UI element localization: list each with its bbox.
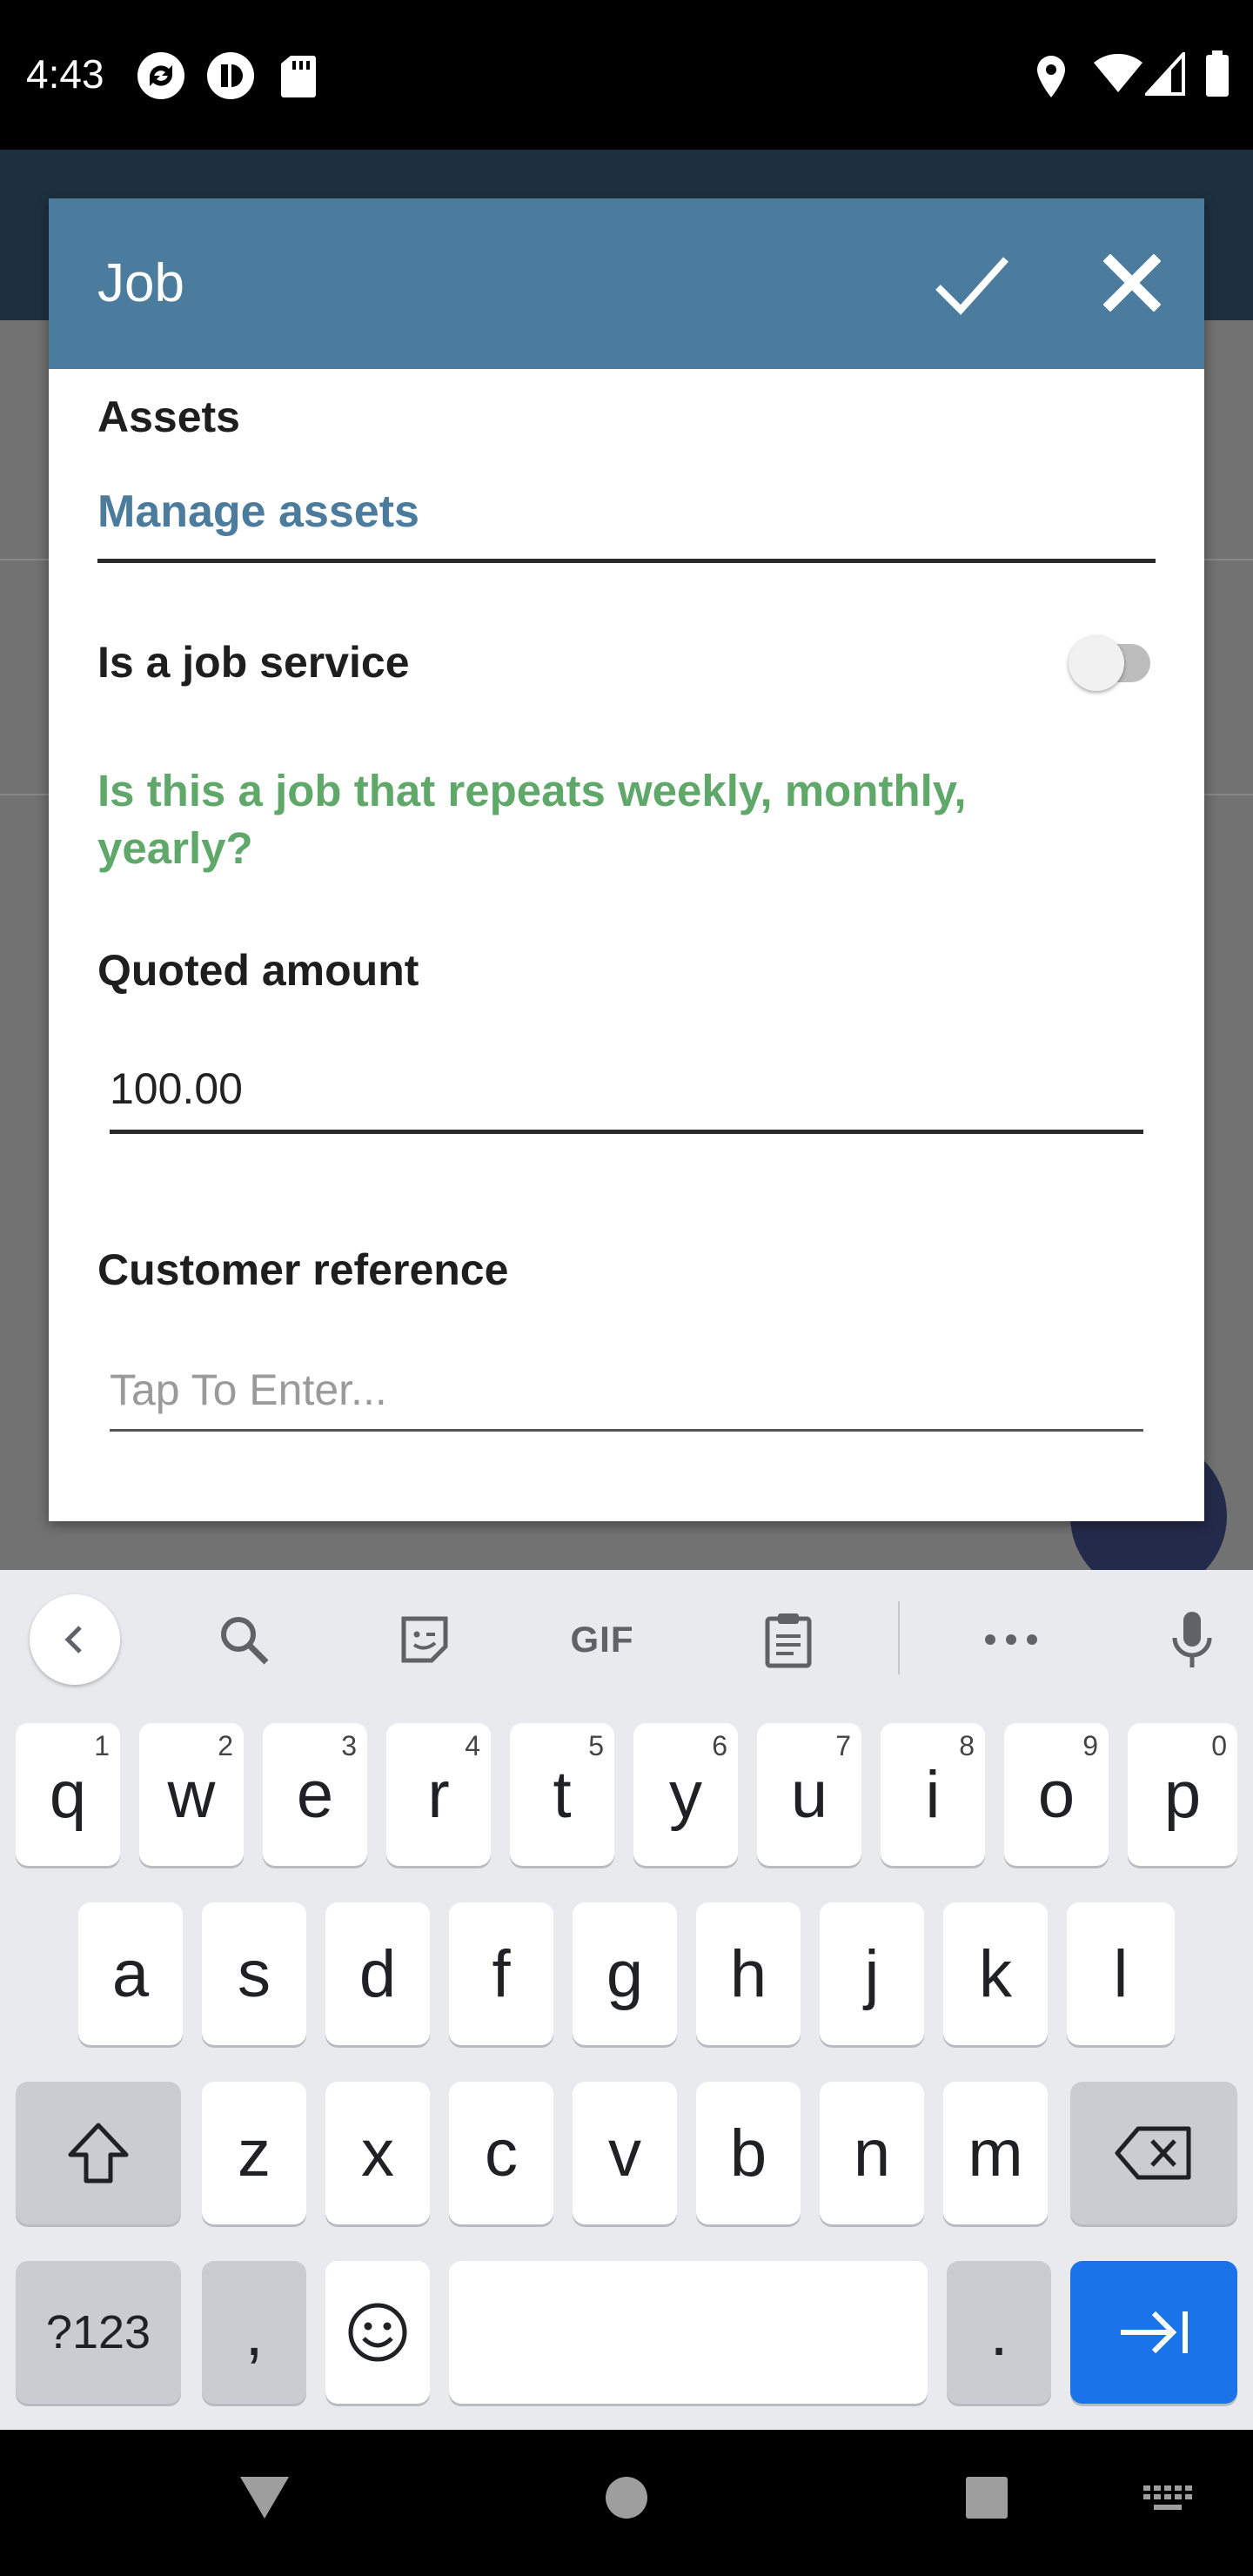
dialog-title: Job <box>97 253 184 313</box>
tab-next-icon <box>1121 2311 1188 2354</box>
back-triangle-icon[interactable] <box>238 2473 291 2522</box>
shift-key[interactable] <box>16 2082 181 2224</box>
signal-icon <box>1145 52 1185 96</box>
keyboard-toolbar: GIF <box>0 1570 1253 1709</box>
shift-arrow-icon <box>68 2123 129 2184</box>
symbols-key[interactable]: ?123 <box>16 2261 181 2404</box>
recents-square-icon[interactable] <box>964 2475 1009 2520</box>
key-p[interactable]: p0 <box>1128 1723 1237 1866</box>
period-key[interactable]: . <box>947 2261 1051 2404</box>
assets-label: Assets <box>97 392 240 441</box>
key-m[interactable]: m <box>943 2082 1048 2224</box>
key-u[interactable]: u7 <box>757 1723 861 1866</box>
keyboard: GIF q1 w2 e3 r4 t5 y6 u7 i8 o9 p0 a s d … <box>0 1570 1253 2430</box>
quoted-amount-input[interactable]: 100.00 <box>110 1063 243 1114</box>
key-e[interactable]: e3 <box>263 1723 367 1866</box>
manage-assets-link[interactable]: Manage assets <box>97 486 419 538</box>
job-service-label: Is a job service <box>97 638 410 687</box>
location-icon <box>1037 56 1065 97</box>
key-y[interactable]: y6 <box>633 1723 738 1866</box>
job-dialog: Job Assets Manage assets Is a job servic… <box>49 198 1204 1521</box>
key-b[interactable]: b <box>696 2082 801 2224</box>
key-f[interactable]: f <box>449 1902 553 2045</box>
key-l[interactable]: l <box>1067 1902 1175 2045</box>
sync-icon <box>137 52 184 99</box>
manage-assets-underline <box>97 559 1156 563</box>
microphone-icon[interactable] <box>1166 1612 1218 1667</box>
toolbar-separator <box>898 1601 900 1674</box>
next-field-key[interactable] <box>1070 2261 1237 2404</box>
status-time: 4:43 <box>26 51 104 97</box>
quoted-amount-underline <box>110 1130 1143 1134</box>
toggle-thumb <box>1069 635 1124 691</box>
close-icon[interactable] <box>1103 254 1161 312</box>
key-w[interactable]: w2 <box>139 1723 244 1866</box>
keyboard-switch-icon[interactable] <box>1142 2484 1194 2515</box>
back-chevron-icon[interactable] <box>30 1594 120 1685</box>
key-q[interactable]: q1 <box>16 1723 120 1866</box>
key-d[interactable]: d <box>325 1902 430 2045</box>
home-circle-icon[interactable] <box>604 2475 649 2520</box>
gif-label: GIF <box>570 1619 634 1660</box>
quoted-amount-label: Quoted amount <box>97 946 419 995</box>
sd-card-icon <box>281 56 316 97</box>
check-icon[interactable] <box>933 251 1011 320</box>
key-j[interactable]: j <box>820 1902 924 2045</box>
emoji-key[interactable] <box>325 2261 430 2404</box>
wifi-icon <box>1094 54 1142 92</box>
repeat-hint[interactable]: Is this a job that repeats weekly, month… <box>97 762 1072 877</box>
space-key[interactable] <box>449 2261 928 2404</box>
screen: 4:43 Job Assets Manage assets Is a job s… <box>0 0 1253 2576</box>
customer-reference-input[interactable]: Tap To Enter... <box>110 1365 387 1415</box>
backspace-key[interactable] <box>1070 2082 1237 2224</box>
customer-reference-underline <box>110 1429 1143 1432</box>
key-t[interactable]: t5 <box>510 1723 614 1866</box>
emoji-icon <box>348 2303 407 2362</box>
key-i[interactable]: i8 <box>881 1723 985 1866</box>
more-icon[interactable] <box>980 1612 1042 1667</box>
battery-icon <box>1206 50 1229 97</box>
key-r[interactable]: r4 <box>386 1723 491 1866</box>
status-bar: 4:43 <box>0 0 1253 150</box>
comma-key[interactable]: , <box>202 2261 306 2404</box>
customer-reference-label: Customer reference <box>97 1245 509 1294</box>
key-n[interactable]: n <box>820 2082 924 2224</box>
data-saver-icon <box>207 52 254 99</box>
gif-button[interactable]: GIF <box>560 1612 644 1667</box>
key-h[interactable]: h <box>696 1902 801 2045</box>
dialog-header: Job <box>49 198 1204 369</box>
search-icon[interactable] <box>212 1612 275 1667</box>
navigation-bar <box>0 2430 1253 2576</box>
key-g[interactable]: g <box>573 1902 677 2045</box>
key-z[interactable]: z <box>202 2082 306 2224</box>
job-service-toggle[interactable] <box>1069 635 1150 691</box>
key-c[interactable]: c <box>449 2082 553 2224</box>
clipboard-icon[interactable] <box>757 1612 820 1668</box>
key-x[interactable]: x <box>325 2082 430 2224</box>
sticker-icon[interactable] <box>393 1612 456 1667</box>
key-k[interactable]: k <box>943 1902 1048 2045</box>
key-v[interactable]: v <box>573 2082 677 2224</box>
key-o[interactable]: o9 <box>1004 1723 1109 1866</box>
key-a[interactable]: a <box>78 1902 183 2045</box>
backspace-icon <box>1115 2126 1191 2180</box>
key-s[interactable]: s <box>202 1902 306 2045</box>
